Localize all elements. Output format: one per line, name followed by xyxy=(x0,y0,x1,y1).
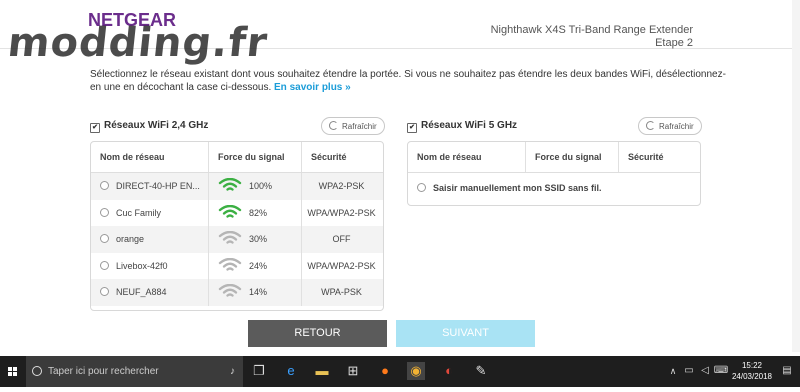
signal-cell: 24% xyxy=(208,252,301,279)
security-cell: OFF xyxy=(301,226,381,253)
network-name: orange xyxy=(116,234,145,244)
network-name-cell[interactable]: Livebox-42f0 xyxy=(91,253,208,280)
band-5-checkbox[interactable]: ✔ xyxy=(407,123,417,133)
product-info: Nighthawk X4S Tri-Band Range Extender Et… xyxy=(491,24,693,50)
signal-percent: 82% xyxy=(249,207,268,218)
manual-ssid-option[interactable]: Saisir manuellement mon SSID sans fil. xyxy=(408,173,700,203)
microphone-icon[interactable]: ♪ xyxy=(230,356,235,387)
intro-text: Sélectionnez le réseau existant dont vou… xyxy=(90,68,730,94)
wifi-signal-icon xyxy=(218,231,242,244)
security-cell: WPA-PSK xyxy=(301,279,381,306)
app-icon[interactable]: ◐ xyxy=(440,362,458,380)
back-button[interactable]: RETOUR xyxy=(248,320,387,347)
network-name-cell[interactable]: orange xyxy=(91,226,208,253)
col-security: Sécurité xyxy=(301,142,381,172)
band-5-title: Réseaux WiFi 5 GHz xyxy=(421,120,518,131)
col-security: Sécurité xyxy=(618,142,698,172)
wifi-signal-icon xyxy=(218,257,242,271)
refresh-label: Rafraîchir xyxy=(659,122,694,131)
taskbar: Taper ici pour rechercher ♪ ❐ e ▬ ⊞ ● ◉ … xyxy=(0,356,800,387)
refresh-label: Rafraîchir xyxy=(342,122,377,131)
band-24-title: Réseaux WiFi 2,4 GHz xyxy=(104,120,209,131)
signal-cell: 100% xyxy=(208,173,301,200)
security-cell: WPA2-PSK xyxy=(301,173,381,200)
table-header: Nom de réseau Force du signal Sécurité xyxy=(408,142,700,173)
taskbar-clock[interactable]: 15:22 24/03/2018 xyxy=(732,360,772,382)
band-24-refresh-button[interactable]: Rafraîchir xyxy=(321,117,385,135)
wifi-signal-icon xyxy=(218,178,242,191)
table-header: Nom de réseau Force du signal Sécurité xyxy=(91,142,383,173)
signal-cell: 14% xyxy=(208,279,301,306)
col-network-name: Nom de réseau xyxy=(417,152,482,162)
page-scrollbar[interactable] xyxy=(792,0,800,352)
keyboard-icon[interactable]: ⌨ xyxy=(712,362,730,380)
paint-icon[interactable]: ✎ xyxy=(472,362,490,380)
search-placeholder: Taper ici pour rechercher xyxy=(48,366,159,377)
intro-paragraph: Sélectionnez le réseau existant dont vou… xyxy=(90,69,726,93)
signal-cell: 30% xyxy=(208,226,301,253)
network-list: DIRECT-40-HP EN... 100% WPA2-PSK Cuc Family… xyxy=(91,173,383,306)
signal-cell: 82% xyxy=(208,199,301,226)
network-name: Cuc Family xyxy=(116,207,162,218)
network-radio[interactable] xyxy=(100,181,109,190)
product-name: Nighthawk X4S Tri-Band Range Extender xyxy=(490,24,693,36)
task-view-icon[interactable]: ❐ xyxy=(250,362,268,380)
windows-start-button[interactable] xyxy=(0,356,26,387)
manual-ssid-label: Saisir manuellement mon SSID sans fil. xyxy=(433,183,602,193)
network-name: Livebox-42f0 xyxy=(116,260,168,271)
table-row[interactable]: Cuc Family 82% WPA/WPA2-PSK xyxy=(91,199,383,227)
network-name: DIRECT-40-HP EN... xyxy=(116,181,200,191)
taskbar-search-box[interactable]: Taper ici pour rechercher ♪ xyxy=(26,356,243,387)
table-row[interactable]: orange 30% OFF xyxy=(91,226,383,253)
table-row[interactable]: DIRECT-40-HP EN... 100% WPA2-PSK xyxy=(91,173,383,200)
col-signal: Force du signal xyxy=(525,142,618,172)
band-5-table: Nom de réseau Force du signal Sécurité S… xyxy=(407,141,701,206)
table-row[interactable]: Livebox-42f0 24% WPA/WPA2-PSK xyxy=(91,252,383,280)
network-name-cell[interactable]: Cuc Family xyxy=(91,200,208,227)
next-button[interactable]: SUIVANT xyxy=(396,320,535,347)
network-name: NEUF_A884 xyxy=(116,287,167,297)
signal-percent: 100% xyxy=(249,181,273,191)
network-radio[interactable] xyxy=(100,287,109,296)
wifi-signal-icon xyxy=(218,284,242,297)
network-radio[interactable] xyxy=(100,207,109,217)
file-explorer-icon[interactable]: ▬ xyxy=(313,362,331,380)
refresh-icon xyxy=(646,121,655,130)
band-24-header[interactable]: ✔ Réseaux WiFi 2,4 GHz xyxy=(90,120,208,133)
band-24-checkbox[interactable]: ✔ xyxy=(90,123,100,133)
band-5-refresh-button[interactable]: Rafraîchir xyxy=(638,117,702,135)
refresh-icon xyxy=(329,121,338,130)
manual-ssid-radio[interactable] xyxy=(417,183,426,192)
wifi-signal-icon xyxy=(218,204,242,218)
search-icon xyxy=(32,366,42,376)
step-label: Etape 2 xyxy=(655,37,693,49)
table-row[interactable]: NEUF_A884 14% WPA-PSK xyxy=(91,279,383,306)
firefox-icon[interactable]: ● xyxy=(376,362,394,380)
network-radio[interactable] xyxy=(100,260,109,270)
clock-date: 24/03/2018 xyxy=(731,372,772,381)
network-name-cell[interactable]: NEUF_A884 xyxy=(91,279,208,306)
notifications-icon[interactable]: ▤ xyxy=(778,362,796,380)
store-icon[interactable]: ⊞ xyxy=(344,362,362,380)
band-5-header[interactable]: ✔ Réseaux WiFi 5 GHz xyxy=(407,120,517,133)
learn-more-link[interactable]: En savoir plus » xyxy=(274,82,351,93)
security-cell: WPA/WPA2-PSK xyxy=(301,199,381,226)
network-radio[interactable] xyxy=(100,234,109,243)
edge-icon[interactable]: e xyxy=(282,362,300,380)
signal-percent: 30% xyxy=(249,234,268,244)
security-cell: WPA/WPA2-PSK xyxy=(301,252,381,279)
chrome-icon[interactable]: ◉ xyxy=(407,362,425,380)
network-name-cell[interactable]: DIRECT-40-HP EN... xyxy=(91,173,208,200)
col-network-name: Nom de réseau xyxy=(100,152,165,162)
clock-time: 15:22 xyxy=(741,361,762,370)
col-signal: Force du signal xyxy=(208,142,301,172)
signal-percent: 14% xyxy=(249,287,268,297)
watermark: modding.fr xyxy=(5,20,270,66)
signal-percent: 24% xyxy=(249,260,268,271)
band-24-table: Nom de réseau Force du signal Sécurité D… xyxy=(90,141,384,311)
